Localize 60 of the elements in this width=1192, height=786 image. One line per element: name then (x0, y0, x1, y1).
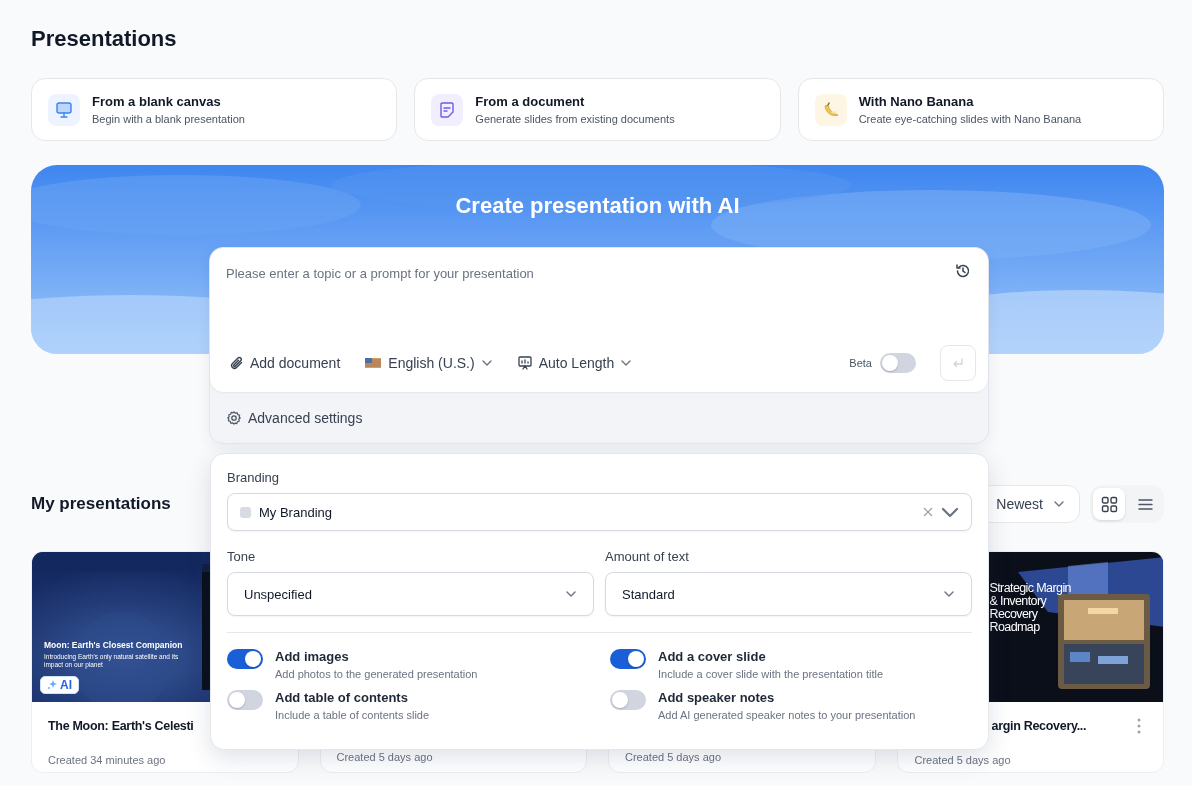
tone-label: Tone (227, 549, 257, 564)
branding-label: Branding (227, 470, 281, 485)
created-date: Created 5 days ago (914, 754, 1012, 766)
created-date: Created 5 days ago (336, 751, 434, 763)
option-card[interactable]: From a document Generate slides from existing documents (414, 78, 781, 141)
add-document-button[interactable]: Add document (230, 355, 341, 371)
history-icon[interactable] (954, 262, 972, 280)
created-date: Created 34 minutes ago (48, 754, 167, 766)
page-title: Presentations (31, 25, 178, 53)
amount-of-text-dropdown[interactable]: Standard (605, 572, 972, 616)
option-description: Include a table of contents slide (275, 709, 430, 721)
created-date: Created 5 days ago (625, 751, 722, 763)
hero-title: Create presentation with AI (454, 192, 741, 219)
toggle-switch[interactable] (610, 690, 646, 710)
option-label: Add speaker notes (658, 690, 776, 705)
section-title: My presentations (31, 494, 171, 514)
toggle-switch[interactable] (227, 649, 263, 669)
advanced-settings-button[interactable]: Advanced settings (210, 392, 379, 443)
monitor-icon (54, 99, 74, 120)
ai-badge: AI (40, 676, 79, 694)
option-description: Add photos to the generated presentation (275, 668, 478, 680)
paperclip-icon (230, 356, 244, 370)
beta-label: Beta (849, 357, 872, 369)
option-description: Begin with a blank presentation (92, 113, 245, 125)
beta-toggle[interactable] (880, 353, 916, 373)
close-icon[interactable] (923, 507, 933, 517)
branding-swatch (240, 506, 251, 518)
presentation-title: The Moon: Earth's Celesti (48, 719, 194, 734)
prompt-field[interactable]: Please enter a topic or a prompt for your presentation (226, 262, 954, 285)
toggle-switch[interactable] (610, 649, 646, 669)
grid-view-button[interactable] (1093, 488, 1125, 520)
option-title: With Nano Banana (858, 94, 975, 109)
language-dropdown[interactable]: English (U.S.) (364, 355, 493, 371)
length-dropdown[interactable]: Auto Length (516, 355, 633, 371)
option-title: From a document (475, 94, 586, 109)
presentation-icon (516, 355, 533, 371)
flag-icon (364, 356, 383, 370)
settings-icon (226, 409, 242, 426)
option-title: From a blank canvas (92, 94, 222, 109)
option-description: Include a cover slide with the presentation title (658, 668, 884, 680)
tone-dropdown[interactable]: Unspecified (227, 572, 594, 616)
chevron-down-icon (941, 506, 959, 518)
option-label: Add table of contents (275, 690, 409, 705)
option-description: Create eye-catching slides with Nano Banana (858, 113, 1082, 125)
option-label: Add a cover slide (658, 649, 767, 664)
sparkle-icon (47, 680, 57, 690)
presentation-title: argin Recovery... (991, 719, 1087, 734)
send-button[interactable] (940, 345, 976, 381)
option-label: Add images (275, 649, 350, 664)
slide-title: Moon: Earth's Closest Companion (44, 640, 183, 650)
option-card[interactable]: With Nano Banana Create eye-catching slides with Nano Banana (797, 78, 1164, 141)
toggle-switch[interactable] (227, 690, 263, 710)
option-card[interactable]: From a blank canvas Begin with a blank presentation (31, 78, 398, 141)
branding-dropdown[interactable]: My Branding (227, 493, 972, 531)
grid-view-icon (1100, 495, 1118, 513)
more-options-icon[interactable] (1137, 718, 1141, 734)
amount-of-text-label: Amount of text (605, 549, 690, 564)
option-description: Generate slides from existing documents (475, 113, 675, 125)
slide-title: Strategic Margin & Inventory Recovery Roadmap (989, 582, 1072, 635)
option-description: Add AI generated speaker notes to your presentation (658, 709, 916, 721)
